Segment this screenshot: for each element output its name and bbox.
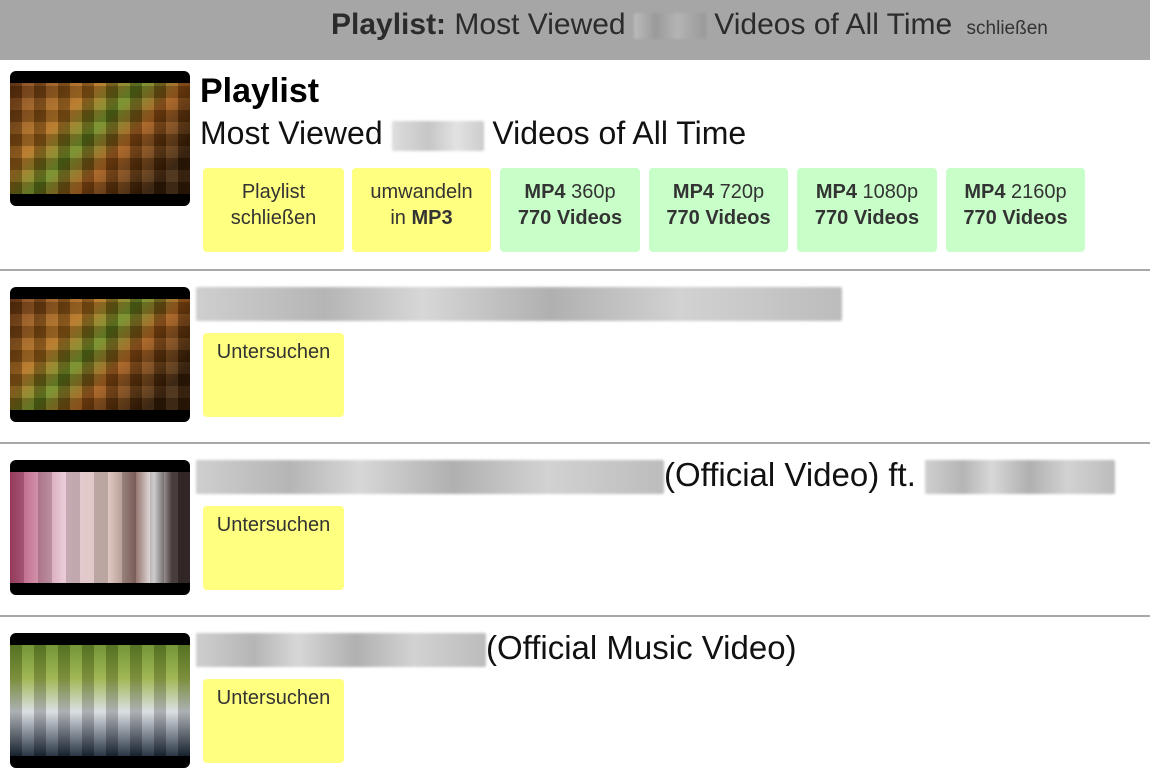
video-thumbnail[interactable] xyxy=(10,460,190,595)
button-line-prefix: in xyxy=(390,207,406,229)
topbar-prefix: Playlist: xyxy=(331,8,447,41)
inspect-button[interactable]: Untersuchen xyxy=(203,679,344,763)
button-format: MP4 xyxy=(524,181,566,203)
playlist-header: Playlist Most Viewed Videos of All Time … xyxy=(0,60,1150,270)
thumbnail-image xyxy=(10,299,190,410)
video-title: (Official Video) ft. xyxy=(196,456,1116,495)
button-line: in MP3 xyxy=(390,205,452,231)
button-count: 770 Videos xyxy=(963,207,1068,229)
button-line-format: MP3 xyxy=(411,207,453,229)
top-bar: Playlist: Most Viewed Videos of All Time… xyxy=(0,0,1150,60)
video-title xyxy=(196,283,842,322)
thumbnail-image xyxy=(10,83,190,194)
topbar-title-after: Videos of All Time xyxy=(714,8,953,41)
playlist-subtitle-after: Videos of All Time xyxy=(492,115,747,151)
button-line: Playlist xyxy=(241,181,306,203)
button-format: MP4 xyxy=(964,181,1006,203)
button-line: MP4 1080p xyxy=(816,179,918,205)
button-line: MP4 2160p xyxy=(964,179,1066,205)
video-thumbnail[interactable] xyxy=(10,633,190,768)
playlist-heading: Playlist xyxy=(200,72,320,110)
mp4-1080p-button[interactable]: MP4 1080p 770 Videos xyxy=(797,168,937,252)
button-format: MP4 xyxy=(672,181,715,203)
inspect-button[interactable]: Untersuchen xyxy=(203,333,344,417)
redacted-text xyxy=(391,120,484,151)
button-quality: 1080p xyxy=(862,181,919,203)
redacted-text xyxy=(925,460,1116,495)
button-count: 770 Videos xyxy=(666,207,771,229)
button-line: MP4 720p xyxy=(673,179,764,205)
button-count: 770 Videos xyxy=(814,207,920,229)
playlist-thumbnail[interactable] xyxy=(10,71,190,206)
topbar-title: Playlist: Most Viewed Videos of All Time… xyxy=(331,8,1048,42)
button-line: schließen xyxy=(230,207,317,229)
button-line: umwandeln xyxy=(370,181,473,203)
redacted-text xyxy=(196,460,664,495)
video-title: (Official Music Video) xyxy=(196,629,797,668)
topbar-title-before: Most Viewed xyxy=(454,8,626,41)
button-line: MP4 360p xyxy=(524,179,615,205)
close-playlist-link[interactable]: schließen xyxy=(967,18,1048,39)
mp4-360p-button[interactable]: MP4 360p 770 Videos xyxy=(500,168,640,252)
close-playlist-button[interactable]: Playlist schließen xyxy=(203,168,344,252)
video-title-suffix: (Official Music Video) xyxy=(486,629,797,666)
playlist-subtitle-before: Most Viewed xyxy=(200,115,383,151)
thumbnail-image xyxy=(10,472,190,583)
button-count: 770 Videos xyxy=(517,207,623,229)
button-quality: 720p xyxy=(719,181,765,203)
video-row: (Official Music Video) Untersuchen xyxy=(0,615,1150,784)
button-quality: 360p xyxy=(571,181,616,203)
redacted-text xyxy=(196,633,486,668)
button-quality: 2160p xyxy=(1011,181,1067,203)
redacted-text xyxy=(196,287,842,322)
playlist-subtitle: Most Viewed Videos of All Time xyxy=(200,115,746,152)
video-row: (Official Video) ft. Untersuchen xyxy=(0,442,1150,615)
video-title-suffix: (Official Video) ft. xyxy=(664,456,916,493)
mp4-2160p-button[interactable]: MP4 2160p 770 Videos xyxy=(946,168,1085,252)
thumbnail-image xyxy=(10,645,190,756)
redacted-text xyxy=(633,13,706,40)
video-thumbnail[interactable] xyxy=(10,287,190,422)
mp4-720p-button[interactable]: MP4 720p 770 Videos xyxy=(649,168,788,252)
convert-mp3-button[interactable]: umwandeln in MP3 xyxy=(352,168,491,252)
button-format: MP4 xyxy=(815,181,857,203)
video-row: Untersuchen xyxy=(0,269,1150,442)
inspect-button[interactable]: Untersuchen xyxy=(203,506,344,590)
